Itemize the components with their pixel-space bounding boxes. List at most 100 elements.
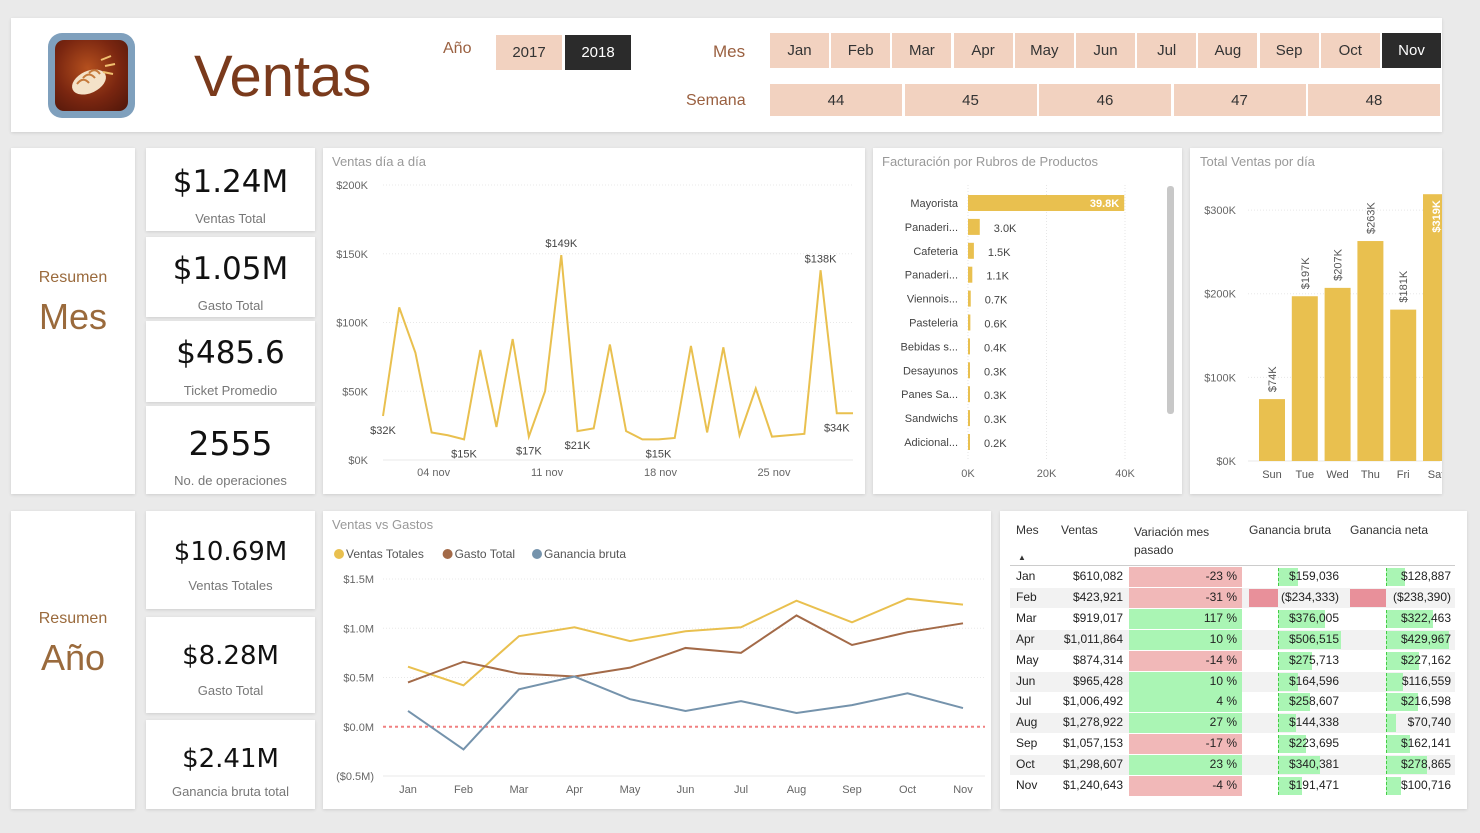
data-label: 1.5K — [988, 247, 1011, 259]
legend-label: Ventas Totales — [346, 547, 424, 561]
kpi-ganancia-bruta: $2.41M Ganancia bruta total — [146, 720, 315, 809]
category-label: Sandwichs — [905, 413, 959, 425]
cell-ganancia-neta: $227,162 — [1400, 652, 1451, 667]
cell-ventas: $874,314 — [1072, 652, 1123, 667]
month-option-nov[interactable]: Nov — [1382, 33, 1441, 68]
facturacion-card: Facturación por Rubros de Productos 0K 20… — [873, 148, 1182, 494]
cell-ganancia-neta: $216,598 — [1400, 694, 1451, 709]
x-tick-label: 0K — [961, 468, 975, 480]
month-option-feb[interactable]: Feb — [831, 33, 891, 68]
bar — [968, 386, 970, 403]
series-line — [407, 675, 964, 751]
ganancia-bruta-bar — [1249, 588, 1278, 607]
resumen-mes-small: Resumen — [38, 269, 108, 286]
column-header[interactable]: Ventas — [1061, 523, 1098, 537]
x-tick-label: 04 nov — [417, 467, 451, 479]
cell-ventas: $1,298,607 — [1062, 757, 1123, 772]
resumen-mes-card: Resumen Mes — [11, 148, 135, 494]
cell-ganancia-bruta: ($234,333) — [1280, 589, 1339, 604]
kpi-value: $1.24M — [172, 164, 289, 200]
week-option-47[interactable]: 47 — [1173, 84, 1306, 116]
resumen-ano-card: Resumen Año — [11, 511, 135, 809]
month-option-jan[interactable]: Jan — [770, 33, 829, 68]
week-option-46[interactable]: 46 — [1039, 84, 1171, 116]
y-tick-label: $1.5M — [343, 574, 374, 586]
bar — [1259, 399, 1285, 461]
x-tick-label: Sat — [1428, 469, 1442, 481]
x-tick-label: Thu — [1361, 469, 1380, 481]
kpi-value: $10.69M — [173, 537, 288, 567]
kpi-value: $8.28M — [182, 641, 279, 671]
x-tick-label: Feb — [454, 784, 473, 796]
kpi-label: Gasto Total — [197, 298, 264, 313]
cell-variacion: 10 % — [1209, 631, 1237, 646]
cell-ganancia-neta: ($238,390) — [1392, 589, 1451, 604]
cell-ganancia-bruta: $144,338 — [1288, 715, 1339, 730]
legend-marker — [532, 549, 542, 559]
cell-ventas: $610,082 — [1072, 569, 1123, 583]
bar — [1291, 296, 1318, 461]
kpi-label: No. de operaciones — [174, 473, 287, 488]
cell-variacion: -4 % — [1212, 778, 1237, 792]
data-label: $149K — [545, 238, 577, 250]
cell-ventas: $1,240,643 — [1062, 778, 1123, 792]
x-tick-label: Jun — [677, 784, 695, 796]
month-option-apr[interactable]: Apr — [953, 33, 1013, 68]
column-header[interactable]: Variación mes pasado — [1134, 523, 1234, 559]
cell-ganancia-bruta: $223,695 — [1288, 736, 1339, 751]
month-option-may[interactable]: May — [1014, 33, 1074, 68]
page-title: Ventas — [194, 44, 372, 109]
bar — [1357, 241, 1384, 461]
x-tick-label: 11 nov — [531, 467, 564, 479]
series-line — [407, 614, 964, 684]
ventas-dia-a-dia-card: Ventas día a día $0K $50K $100K $150K $200K 0… — [323, 148, 865, 494]
bar — [1423, 194, 1442, 461]
kpi-ticket-promedio: $485.6 Ticket Promedio — [146, 321, 315, 402]
data-label: $181K — [1398, 270, 1410, 302]
column-header[interactable]: Ganancia bruta — [1249, 523, 1331, 537]
category-label: Desayunos — [903, 365, 959, 377]
data-label: $34K — [824, 422, 850, 434]
data-label: $263K — [1365, 202, 1377, 234]
month-option-aug[interactable]: Aug — [1198, 33, 1258, 68]
x-tick-label: Aug — [787, 784, 807, 796]
data-label: 0.3K — [984, 366, 1007, 378]
x-tick-label: 25 nov — [757, 467, 791, 479]
ventas-por-dia-card: Total Ventas por día $0K $100K $200K $300K S… — [1190, 148, 1442, 494]
month-option-jun[interactable]: Jun — [1076, 33, 1135, 68]
cell-ventas: $1,278,922 — [1062, 715, 1123, 730]
year-option-2017[interactable]: 2017 — [496, 35, 562, 70]
x-tick-label: Jul — [734, 784, 748, 796]
month-option-sep[interactable]: Sep — [1259, 33, 1319, 68]
week-option-44[interactable]: 44 — [770, 84, 902, 116]
y-tick-label: $300K — [1204, 205, 1236, 217]
kpi-ventas-totales: $10.69M Ventas Totales — [146, 511, 315, 609]
bar — [968, 290, 971, 307]
resumen-mes-big: Mes — [38, 296, 107, 337]
data-label: 1.1K — [986, 271, 1009, 283]
column-header[interactable]: Ganancia neta — [1350, 523, 1428, 537]
month-option-oct[interactable]: Oct — [1320, 33, 1380, 68]
month-option-mar[interactable]: Mar — [892, 33, 952, 68]
kpi-label: Ventas Totales — [188, 578, 273, 593]
scrollbar[interactable] — [1167, 186, 1174, 414]
legend-marker — [442, 549, 453, 559]
kpi-value: $2.41M — [182, 744, 279, 774]
bread-icon — [55, 40, 128, 111]
kpi-label: Ventas Total — [195, 211, 266, 226]
bakery-logo — [48, 33, 135, 118]
y-tick-label: $1.0M — [343, 623, 374, 635]
monthly-table-card: Mes Ventas Variación mes pasado Ganancia br… — [1000, 511, 1467, 809]
header-card: Ventas Año Mes Semana 2017 2018 Jan Feb Mar… — [11, 18, 1442, 132]
week-option-45[interactable]: 45 — [904, 84, 1037, 116]
column-header[interactable]: Mes — [1016, 523, 1039, 537]
data-label: 0.3K — [984, 390, 1007, 402]
sort-ascending-icon[interactable]: ▲ — [1018, 553, 1026, 562]
month-option-jul[interactable]: Jul — [1137, 33, 1197, 68]
bar — [968, 338, 970, 355]
cell-ganancia-neta: $116,559 — [1401, 673, 1451, 688]
year-option-2018[interactable]: 2018 — [565, 35, 631, 70]
week-option-48[interactable]: 48 — [1308, 84, 1440, 116]
x-tick-label: Nov — [953, 784, 973, 796]
bar — [968, 410, 970, 427]
